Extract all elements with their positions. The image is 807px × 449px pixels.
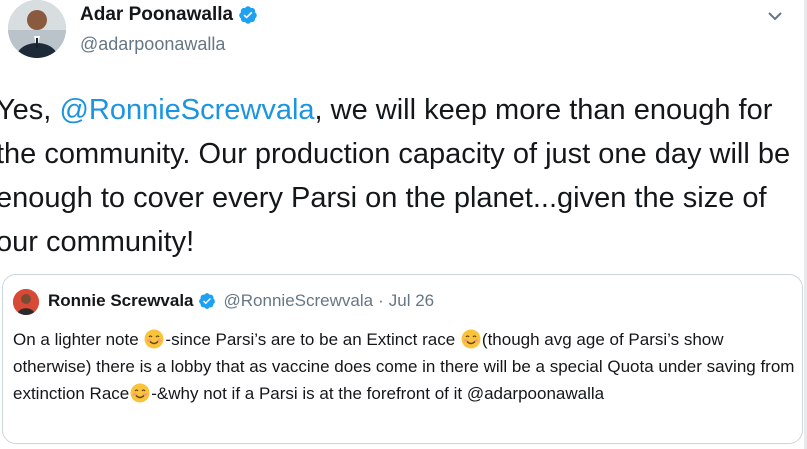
quote-text-part-4: -&why not if a Parsi is at the forefront… (151, 384, 605, 403)
quote-author-avatar[interactable] (13, 289, 39, 315)
quote-text: On a lighter note -since Parsi’s are to … (13, 326, 798, 407)
tweet-text: Yes, @RonnieScrewvala, we will keep more… (0, 88, 807, 264)
author-handle[interactable]: @adarpoonawalla (80, 34, 225, 55)
tweet: Adar Poonawalla @adarpoonawalla Yes, @Ro… (0, 0, 807, 449)
quote-date[interactable]: Jul 26 (389, 291, 434, 311)
quote-author-handle[interactable]: @RonnieScrewvala (224, 291, 374, 311)
smiling-face-icon (144, 329, 164, 349)
smiling-face-icon (130, 383, 150, 403)
verified-badge-icon (239, 6, 257, 24)
tweet-text-start: Yes, (0, 94, 60, 126)
author-name[interactable]: Adar Poonawalla (80, 4, 258, 26)
quote-separator: · (378, 291, 384, 310)
quote-author-name[interactable]: Ronnie Screwvala (48, 291, 194, 311)
mention-link[interactable]: @RonnieScrewvala (59, 94, 314, 126)
verified-badge-icon (198, 293, 215, 309)
chevron-down-icon[interactable] (765, 6, 785, 26)
quote-header: Ronnie Screwvala @RonnieScrewvala · Jul … (48, 291, 434, 311)
quote-text-part-1: On a lighter note (13, 330, 144, 349)
author-name-text[interactable]: Adar Poonawalla (80, 4, 233, 26)
quoted-tweet[interactable]: Ronnie Screwvala @RonnieScrewvala · Jul … (2, 274, 803, 444)
quote-text-part-2: -since Parsi’s are to be an Extinct race (165, 330, 460, 349)
author-avatar[interactable] (8, 0, 66, 58)
smiling-face-icon (461, 329, 481, 349)
